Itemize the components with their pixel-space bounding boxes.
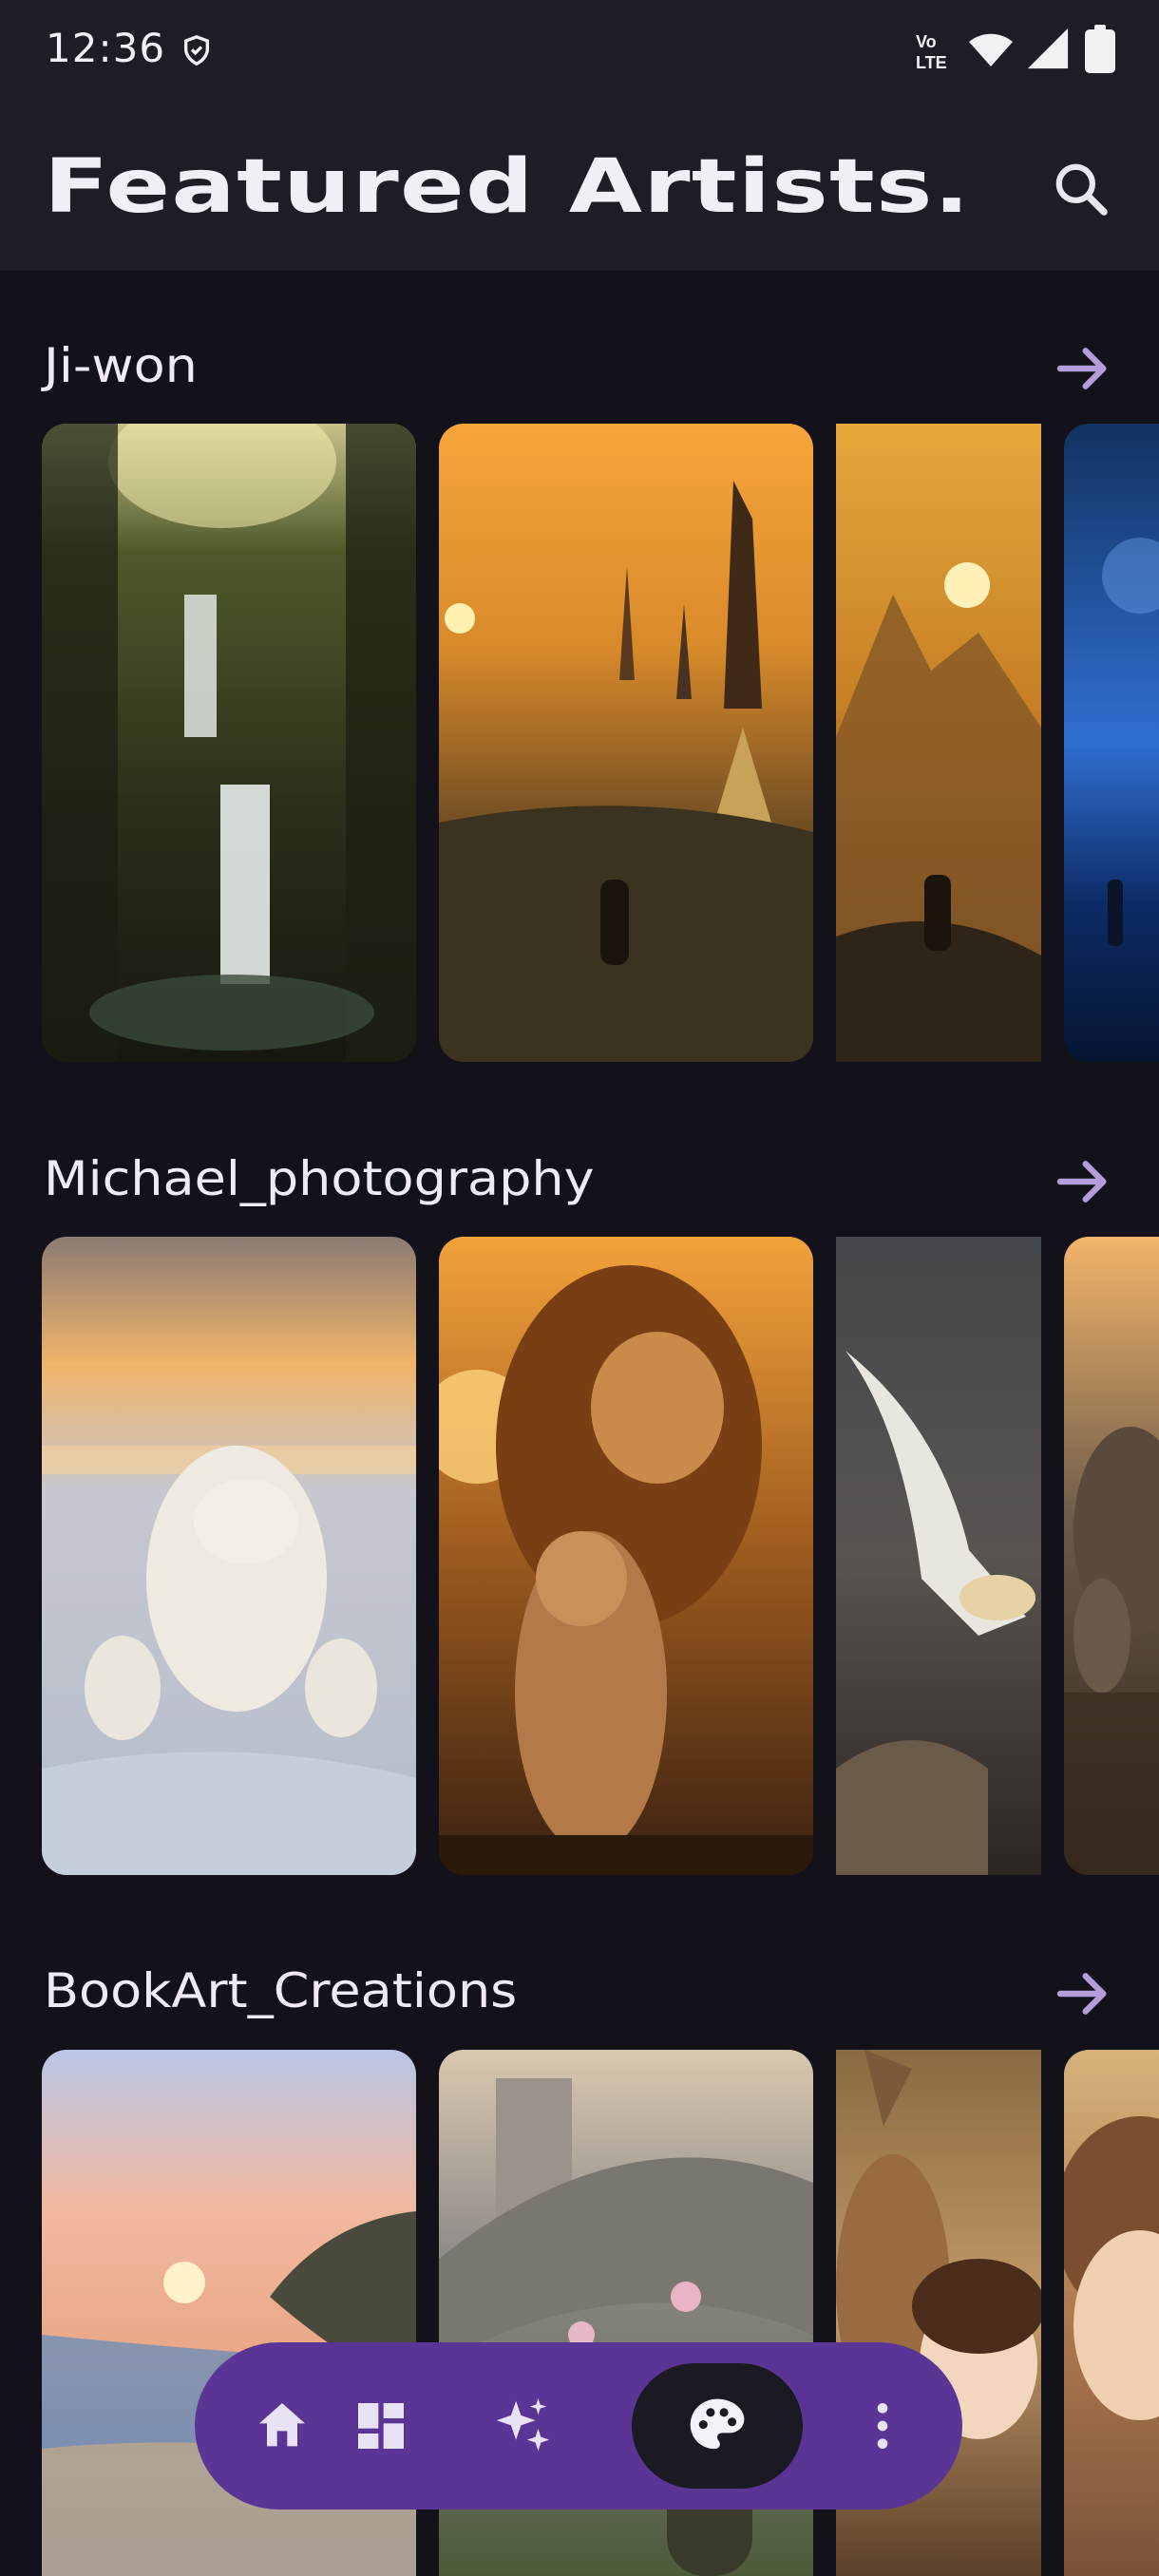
arrow-right-icon [1056,1161,1107,1203]
bottom-navigation [195,2342,962,2510]
artwork-elephants [1064,1237,1159,1875]
see-all-bookart-creations-button[interactable] [1053,1963,1113,2024]
svg-text:LTE: LTE [916,53,947,72]
artwork-card[interactable] [42,424,416,1062]
artwork-card[interactable] [439,1237,813,1875]
artwork-lion-cub [439,1237,813,1875]
status-time: 12:36 [46,25,166,71]
artwork-golden-city [439,424,813,1062]
artwork-child-portrait [1064,2050,1159,2576]
volte-icon: Vo LTE [916,32,947,72]
signal-icon [1027,28,1069,69]
more-vert-icon [877,2403,888,2449]
home-icon [259,2403,305,2447]
section-title-ji-won: Ji-won [44,338,198,393]
artwork-card[interactable] [836,1237,1041,1875]
nav-dashboard[interactable] [339,2384,423,2468]
arrow-right-icon [1056,348,1107,389]
palette-icon [690,2398,745,2450]
see-all-ji-won-button[interactable] [1053,338,1113,399]
artwork-mountain-sunset [836,424,1041,1062]
nav-artists[interactable] [675,2384,759,2468]
artwork-card[interactable] [42,1237,416,1875]
artwork-card[interactable] [836,424,1041,1062]
artwork-polar-bears [42,1237,416,1875]
nav-ai-generate[interactable] [480,2384,563,2468]
artwork-blue-cosmic [1064,424,1159,1062]
battery-icon [1085,25,1115,73]
wifi-icon [969,33,1013,66]
nav-more[interactable] [841,2384,924,2468]
artwork-card[interactable] [1064,1237,1159,1875]
arrow-right-icon [1056,1973,1107,2015]
search-button[interactable] [1049,157,1113,221]
status-bar: 12:36 Vo LTE [0,0,1159,104]
app-bar: Featured Artists. [0,104,1159,271]
page-title: Featured Artists. [44,144,971,230]
sparkle-icon [496,2397,550,2452]
see-all-michael-photography-button[interactable] [1053,1151,1113,1212]
dashboard-icon [358,2403,404,2449]
artwork-forest-waterfall [42,424,416,1062]
artwork-card[interactable] [1064,2050,1159,2576]
section-title-bookart-creations: BookArt_Creations [44,1963,518,2018]
svg-text:Vo: Vo [916,32,937,51]
artwork-card[interactable] [1064,424,1159,1062]
artwork-gannet-flight [836,1237,1041,1875]
nav-home[interactable] [240,2384,324,2468]
shield-icon [183,35,210,66]
section-title-michael-photography: Michael_photography [44,1151,595,1206]
search-icon [1055,163,1108,216]
artwork-card[interactable] [439,424,813,1062]
